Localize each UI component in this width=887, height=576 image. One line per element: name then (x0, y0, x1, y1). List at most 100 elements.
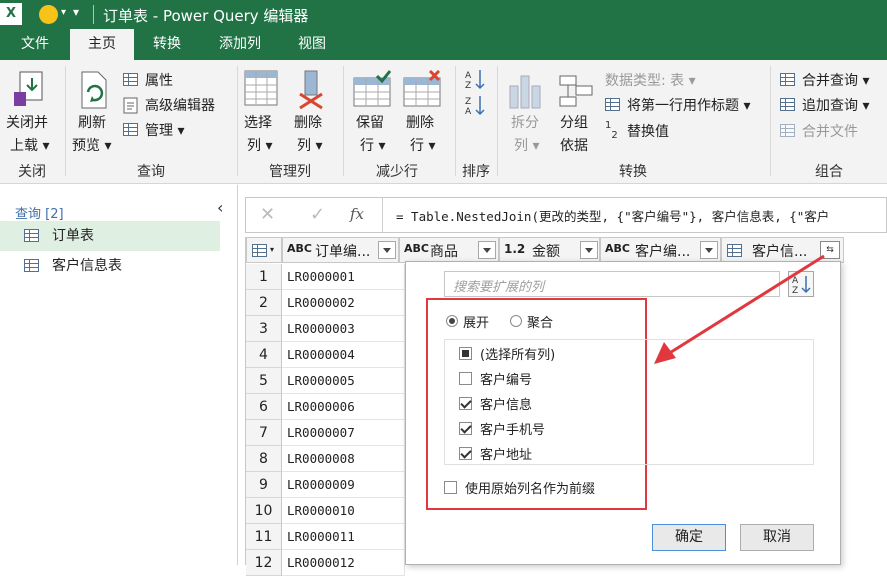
use-prefix-checkbox[interactable] (444, 481, 457, 494)
query-item-orders[interactable]: 订单表 (0, 221, 220, 251)
column-option-checkbox[interactable] (459, 447, 472, 460)
table-cell-order-id[interactable]: LR0000004 (282, 342, 405, 368)
ok-button[interactable]: 确定 (652, 524, 726, 551)
advanced-editor-button[interactable]: 高级编辑器 (123, 95, 233, 115)
cancel-formula-icon[interactable]: ✕ (260, 204, 275, 225)
remove-rows-button[interactable]: 删除 行 ▾ (400, 66, 444, 156)
refresh-preview-button[interactable]: 刷新 预览 ▾ (70, 66, 118, 156)
fx-icon[interactable]: fx (350, 205, 364, 223)
properties-button[interactable]: 属性 (123, 70, 223, 90)
append-queries-label: 追加查询 ▾ (802, 98, 870, 114)
column-header-product[interactable]: ABC 商品 (399, 237, 499, 263)
column-header-order-id[interactable]: ABC 订单编... (282, 237, 399, 263)
column-option-checkbox[interactable] (459, 397, 472, 410)
column-filter-button[interactable] (580, 241, 598, 259)
manage-button[interactable]: 管理 ▾ (123, 120, 203, 140)
column-filter-button[interactable] (378, 241, 396, 259)
formula-divider (382, 198, 383, 232)
chevron-down-icon[interactable]: ▾ (61, 7, 66, 18)
column-option-checkbox[interactable] (459, 422, 472, 435)
expand-radio-button[interactable] (446, 315, 458, 327)
cancel-button[interactable]: 取消 (740, 524, 814, 551)
sort-ascending-icon: AZ (465, 70, 485, 91)
use-first-row-as-headers-button[interactable]: 将第一行用作标题 ▾ (605, 95, 775, 115)
search-placeholder: 搜索要扩展的列 (453, 280, 545, 295)
data-type-label: 数据类型: 表 ▾ (605, 73, 696, 89)
row-number[interactable]: 10 (246, 498, 282, 524)
group-label-manage-columns: 管理列 (269, 164, 311, 180)
row-number[interactable]: 11 (246, 524, 282, 550)
row-number[interactable]: 3 (246, 316, 282, 342)
svg-text:Z: Z (465, 97, 471, 107)
text-type-icon: ABC (287, 242, 312, 255)
row-number[interactable]: 5 (246, 368, 282, 394)
column-header-amount[interactable]: 1.2 金额 (499, 237, 600, 263)
aggregate-radio-button[interactable] (510, 315, 522, 327)
confirm-formula-icon[interactable]: ✓ (310, 204, 325, 225)
advanced-editor-label: 高级编辑器 (145, 98, 215, 114)
table-cell-order-id[interactable]: LR0000006 (282, 394, 405, 420)
row-number[interactable]: 2 (246, 290, 282, 316)
table-cell-order-id[interactable]: LR0000003 (282, 316, 405, 342)
close-and-load-button[interactable]: 关闭并 上载 ▾ (4, 66, 60, 156)
customize-qat-icon[interactable]: ▾ (73, 5, 79, 19)
row-number[interactable]: 8 (246, 446, 282, 472)
sort-ascending-button[interactable]: AZ (464, 68, 488, 92)
column-filter-button[interactable] (478, 241, 496, 259)
column-option[interactable]: 客户手机号 (459, 419, 659, 439)
query-item-customers[interactable]: 客户信息表 (0, 251, 220, 281)
tab-add-column[interactable]: 添加列 (200, 29, 280, 60)
table-cell-order-id[interactable]: LR0000005 (282, 368, 405, 394)
select-all-option[interactable]: (选择所有列) (459, 344, 659, 364)
row-number[interactable]: 6 (246, 394, 282, 420)
merge-files-icon (780, 124, 795, 137)
table-cell-order-id[interactable]: LR0000007 (282, 420, 405, 446)
tab-file[interactable]: 文件 (0, 29, 70, 60)
properties-label: 属性 (145, 73, 173, 89)
collapse-pane-icon[interactable]: ‹ (217, 198, 223, 217)
append-queries-button[interactable]: 追加查询 ▾ (780, 95, 885, 115)
table-cell-order-id[interactable]: LR0000001 (282, 264, 405, 290)
expand-radio[interactable]: 展开 (446, 312, 511, 331)
column-option[interactable]: 客户编号 (459, 369, 659, 389)
select-all-checkbox[interactable] (459, 347, 472, 360)
column-header-label: 商品 (430, 244, 458, 260)
keep-rows-button[interactable]: 保留 行 ▾ (350, 66, 394, 156)
group-label-reduce-rows: 减少行 (376, 164, 418, 180)
table-cell-order-id[interactable]: LR0000009 (282, 472, 405, 498)
tab-transform[interactable]: 转换 (134, 29, 200, 60)
column-header-label: 金额 (532, 244, 560, 260)
merge-queries-button[interactable]: 合并查询 ▾ (780, 70, 885, 90)
table-cell-order-id[interactable]: LR0000012 (282, 550, 405, 576)
row-number[interactable]: 7 (246, 420, 282, 446)
row-number[interactable]: 12 (246, 550, 282, 576)
table-cell-order-id[interactable]: LR0000002 (282, 290, 405, 316)
replace-values-button[interactable]: 1 2 替换值 (605, 121, 695, 141)
sort-descending-button[interactable]: ZA (464, 94, 488, 118)
group-label-transform: 转换 (619, 164, 647, 180)
tab-view[interactable]: 视图 (280, 29, 344, 60)
aggregate-radio[interactable]: 聚合 (510, 312, 575, 331)
smiley-feedback-icon[interactable] (39, 5, 58, 24)
data-type-dropdown[interactable]: 数据类型: 表 ▾ (605, 70, 765, 90)
formula-input[interactable]: = Table.NestedJoin(更改的类型, {"客户编号"}, 客户信息… (396, 206, 886, 225)
merge-files-button[interactable]: 合并文件 (780, 121, 885, 141)
tab-home[interactable]: 主页 (70, 29, 134, 60)
row-number[interactable]: 9 (246, 472, 282, 498)
close-and-load-icon (14, 71, 43, 106)
column-option[interactable]: 客户信息 (459, 394, 659, 414)
row-number[interactable]: 1 (246, 264, 282, 290)
remove-columns-button[interactable]: 删除 列 ▾ (291, 66, 331, 156)
choose-columns-button[interactable]: 选择 列 ▾ (241, 66, 281, 156)
group-by-button[interactable]: 分组 依据 (556, 66, 596, 156)
use-prefix-option[interactable]: 使用原始列名作为前缀 (444, 478, 644, 498)
row-number[interactable]: 4 (246, 342, 282, 368)
table-cell-order-id[interactable]: LR0000008 (282, 446, 405, 472)
choose-columns-label-2: 列 ▾ (247, 138, 273, 154)
table-menu-header[interactable]: ▾ (246, 237, 282, 263)
table-cell-order-id[interactable]: LR0000010 (282, 498, 405, 524)
table-cell-order-id[interactable]: LR0000011 (282, 524, 405, 550)
split-column-button[interactable]: 拆分 列 ▾ (505, 66, 545, 156)
column-option-checkbox[interactable] (459, 372, 472, 385)
column-option[interactable]: 客户地址 (459, 444, 659, 464)
